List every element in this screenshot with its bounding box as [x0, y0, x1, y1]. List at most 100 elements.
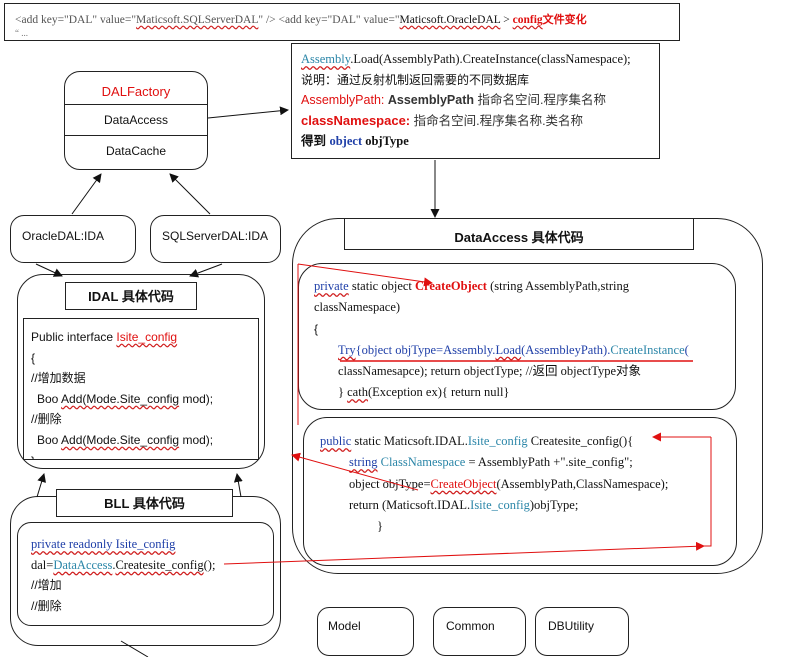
arrow-factory-to-explain: [207, 106, 289, 119]
oracledal-box: OracleDAL:IDA: [10, 215, 136, 263]
da2-classnamespace: ClassNamespace: [377, 455, 466, 470]
da2-createobject: CreateObject: [430, 476, 497, 491]
da2-return: return (Maticsoft.IDAL.: [349, 497, 471, 512]
da2-line-2: string ClassNamespace = AssemblyPath +".…: [320, 452, 736, 473]
explain-classnamespace-desc: 指命名空间.程序集名称.类名称: [410, 113, 584, 128]
config-text-2: " /> <add key="DAL" value=": [258, 14, 400, 26]
explain-get: 得到: [301, 134, 330, 148]
bll-line-2: dal=DataAccess.Createsite_config();: [31, 555, 273, 576]
da2-method: Createsite_config(){: [527, 434, 634, 448]
bll-dataaccess: DataAccess: [53, 557, 113, 572]
config-line: <add key="DAL" value="Maticsoft.SQLServe…: [15, 11, 679, 27]
idal-line-7: }: [31, 451, 258, 459]
da2-isite: Isite_config: [467, 434, 528, 448]
da2-line-1: public static Maticsoft.IDAL.Isite_confi…: [320, 431, 736, 452]
explain-assemblypath-desc: 指命名空间.程序集名称: [474, 93, 606, 107]
da1-path: (AssembleyPath).: [521, 342, 611, 357]
model-box: Model: [317, 607, 414, 656]
idal-interface-kw: Public interface: [31, 330, 117, 344]
idal-mod-2: mod);: [179, 432, 214, 447]
explain-line-2: 说明：通过反射机制返回需要的不同数据库: [301, 72, 530, 87]
config-bar: <add key="DAL" value="Maticsoft.SQLServe…: [4, 3, 680, 41]
idal-boo-2: Boo: [37, 432, 62, 447]
idal-add-1: Add(Mode.Site_config: [61, 391, 180, 406]
config-dots: “ ...: [15, 28, 28, 38]
reflection-explain-box: Assembly.Load(AssemblyPath).CreateInstan…: [291, 43, 660, 159]
explain-line-3: AssemblyPath: AssemblyPath 指命名空间.程序集名称: [301, 90, 659, 111]
explain-assemblypath-label: AssemblyPath:: [301, 93, 388, 107]
idal-title: IDAL 具体代码: [65, 282, 197, 310]
idal-code-box: Public interface Isite_config { //增加数据 B…: [23, 318, 259, 460]
bll-createsite: Createsite_config: [115, 557, 204, 572]
da1-params: (string AssemblyPath,string: [486, 279, 630, 293]
da1-line-4: Try{object objType=Assembly.Load(Assembl…: [314, 340, 735, 361]
config-text-1: <add key="DAL" value=": [15, 14, 137, 26]
idal-line-4: Boo Add(Mode.Site_config mod);: [31, 389, 258, 410]
config-text-3: >: [500, 14, 513, 26]
da1-brace: }: [338, 385, 348, 400]
bll-line-4: //删除: [31, 598, 62, 613]
da2-line-3: object objType=CreateObject(AssemblyPath…: [320, 474, 736, 495]
da2-isite-2: Isite_config: [470, 497, 530, 512]
sqlserverdal-box: SQLServerDAL:IDA: [150, 215, 281, 263]
da2-object: object objType=: [349, 476, 431, 491]
da1-load: Load: [495, 342, 522, 357]
arrow-bll-to-idal-left: [36, 473, 46, 498]
da2-assign: = AssemblyPath +".site_config";: [465, 455, 633, 470]
da2-args: (AssemblyPath,ClassNamespace);: [496, 476, 669, 491]
bll-code-box: private readonly Isite_config dal=DataAc…: [17, 522, 274, 626]
idal-interface-name: Isite_config: [116, 330, 178, 344]
da1-static-object: static object: [348, 279, 416, 293]
idal-line-2: {: [31, 350, 36, 365]
idal-boo-1: Boo: [37, 391, 62, 406]
explain-load: .Load(AssemblyPath).CreateInstance(class…: [350, 52, 631, 66]
explain-assemblypath-bold: AssemblyPath: [387, 93, 474, 107]
da1-objtype: {object objType=Assembly.: [355, 342, 496, 357]
config-change-text: 文件变化: [542, 13, 587, 26]
arrow-sql-to-factory: [169, 173, 211, 215]
config-oracle-value: Maticsoft.OracleDAL: [399, 14, 501, 26]
da1-line-5: classNamesapce); return objectType; //返回…: [338, 364, 642, 379]
createsite-config-box: public static Maticsoft.IDAL.Isite_confi…: [303, 417, 737, 566]
dataaccess-title: DataAccess 具体代码: [344, 218, 694, 250]
da2-string: string: [349, 455, 378, 470]
da1-paren: (: [684, 342, 689, 357]
dalfactory-title: DALFactory: [65, 72, 207, 105]
da1-cath: cath: [347, 385, 368, 400]
arrow-bll-to-idal-right: [233, 473, 243, 498]
bll-line-1: private readonly Isite_config: [31, 534, 273, 555]
da2-line-4: return (Maticsoft.IDAL.Isite_config)objT…: [320, 495, 736, 516]
explain-objtype: objType: [362, 134, 409, 148]
idal-line-3: //增加数据: [31, 371, 86, 386]
dalfactory-datacache: DataCache: [105, 144, 167, 158]
dalfactory-box: DALFactory DataAccess DataCache: [64, 71, 208, 170]
da1-catch-rest: (Exception ex){ return null}: [367, 385, 510, 400]
config-sql-value: Maticsoft.SQLServerDAL: [136, 14, 259, 26]
da1-createinstance: CreateInstance: [610, 342, 685, 357]
createobject-box: private static object CreateObject (stri…: [298, 263, 736, 410]
idal-line-6: Boo Add(Mode.Site_config mod);: [31, 430, 258, 451]
config-word: config: [512, 14, 543, 26]
da2-static: static Maticsoft.IDAL.: [351, 434, 468, 448]
da1-line-1: private static object CreateObject (stri…: [314, 276, 735, 297]
idal-mod-1: mod);: [179, 391, 214, 406]
da1-private: private: [314, 279, 349, 293]
da1-createobject: CreateObject: [415, 279, 487, 293]
da2-line-5: }: [377, 519, 383, 534]
explain-object: object: [329, 134, 363, 148]
bll-parens: ();: [203, 557, 216, 572]
da1-line-3: {: [314, 321, 319, 336]
bll-dal: dal=: [31, 557, 54, 572]
dalfactory-dataaccess: DataAccess: [65, 105, 207, 136]
da1-line-2: classNamespace): [314, 300, 401, 315]
da1-line-6: } cath(Exception ex){ return null}: [314, 382, 735, 403]
da2-public: public: [320, 434, 352, 448]
bll-private-readonly: private readonly Isite_config: [31, 537, 176, 551]
explain-line-1: Assembly.Load(AssemblyPath).CreateInstan…: [301, 49, 659, 70]
arrow-oracle-to-factory: [71, 173, 102, 215]
explain-classnamespace-label: classNamespace:: [301, 112, 411, 128]
idal-add-2: Add(Mode.Site_config: [61, 432, 180, 447]
da2-objtype: )objType;: [529, 497, 579, 512]
explain-line-4: classNamespace: 指命名空间.程序集名称.类名称: [301, 111, 659, 132]
explain-assembly: Assembly: [301, 52, 351, 66]
